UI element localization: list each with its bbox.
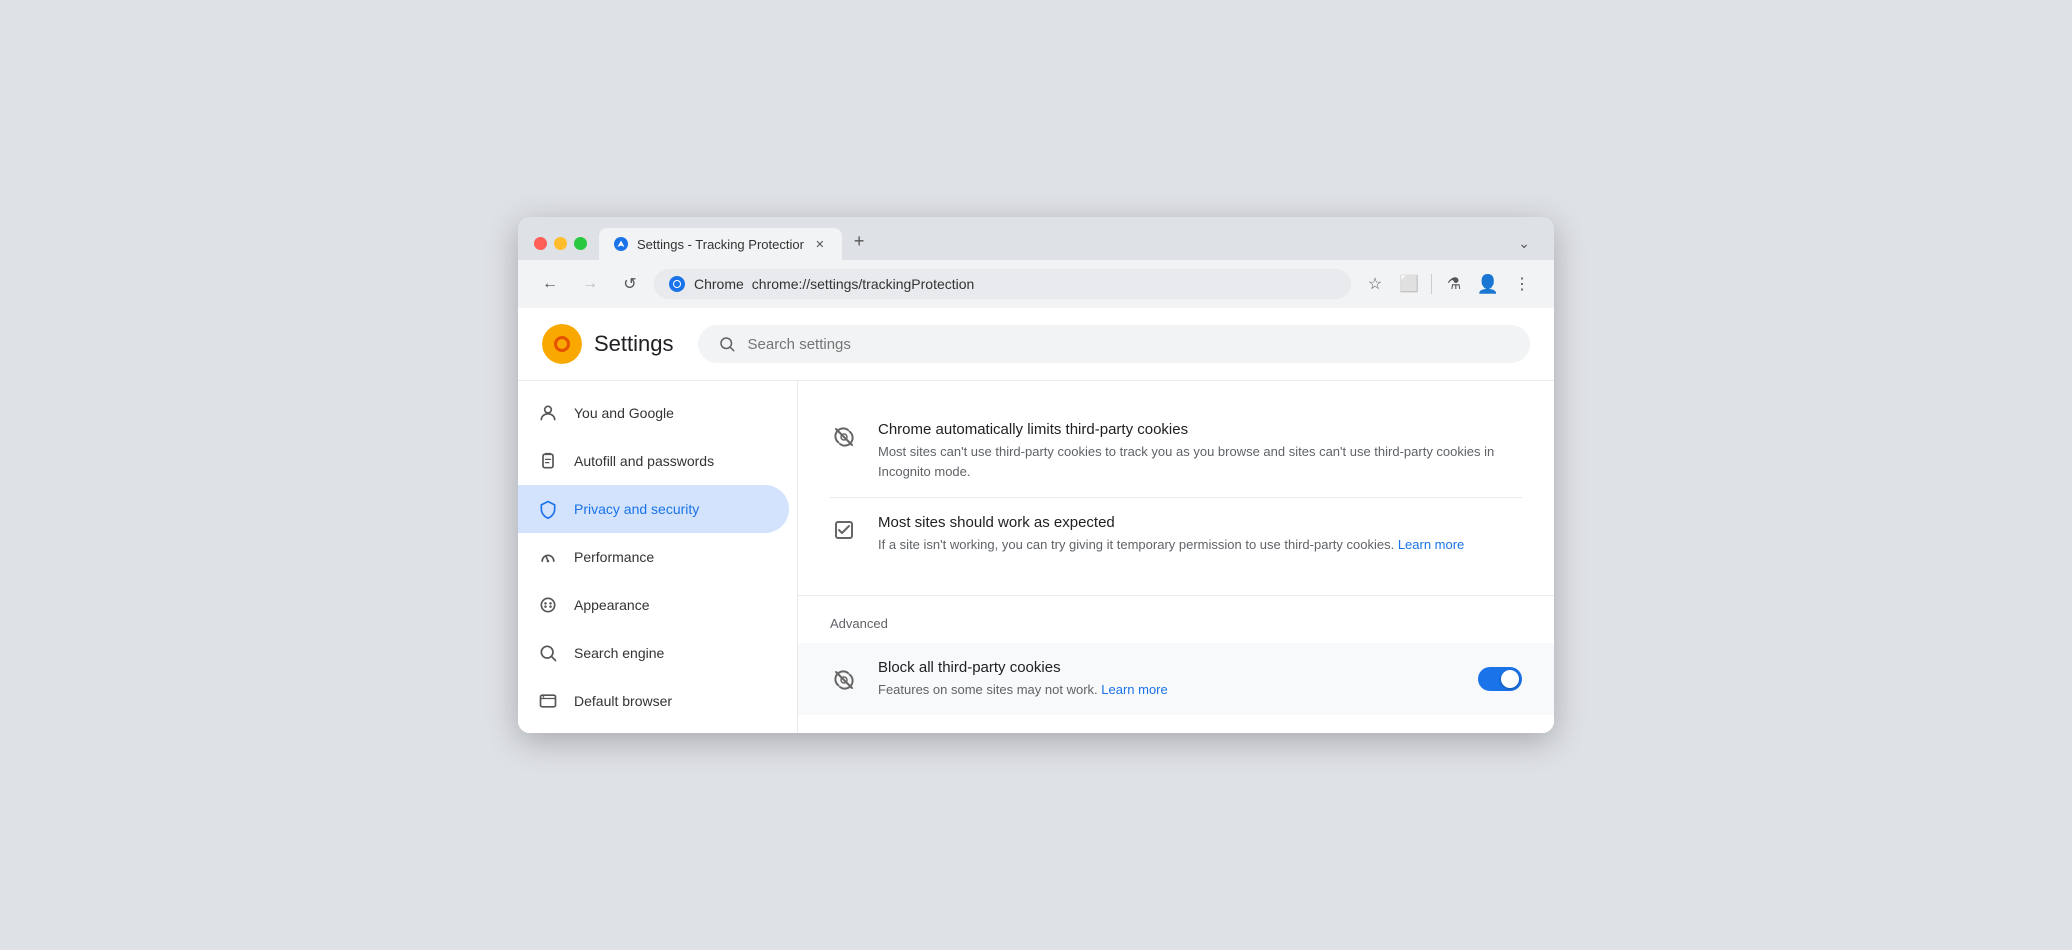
address-bar[interactable]: Chrome chrome://settings/trackingProtect… [654,269,1351,299]
advanced-item-block-cookies: Block all third-party cookies Features o… [798,643,1554,716]
search-input[interactable] [748,336,1511,353]
chrome-logo-icon [668,275,686,293]
browser-window: Settings - Tracking Protectior ✕ + ⌄ ← →… [518,217,1554,733]
sidebar-item-performance[interactable]: Performance [518,533,789,581]
sidebar-item-label: Default browser [574,693,672,709]
main-content: Settings [518,308,1554,733]
block-cookies-icon [830,666,858,694]
sidebar: You and Google Autofill and passwords [518,381,798,733]
back-button[interactable]: ← [534,268,566,300]
lab-icon: ⚗ [1447,274,1461,294]
advanced-item-desc: Features on some sites may not work. Lea… [878,680,1458,700]
lab-button[interactable]: ⚗ [1438,268,1470,300]
url-text: chrome://settings/trackingProtection [752,276,1337,292]
setting-title: Most sites should work as expected [878,514,1522,531]
advanced-label: Advanced [830,616,1522,631]
sidebar-item-label: Performance [574,549,654,565]
new-tab-button[interactable]: + [846,227,873,256]
gauge-icon [538,547,558,567]
checkbox-icon [830,516,858,544]
nav-actions: ☆ ⬜ ⚗ 👤 ⋮ [1359,268,1538,300]
sidebar-item-you-and-google[interactable]: You and Google [518,389,789,437]
back-icon: ← [542,275,558,293]
setting-desc: Most sites can't use third-party cookies… [878,442,1522,481]
sidebar-item-label: Autofill and passwords [574,453,714,469]
sidebar-item-appearance[interactable]: Appearance [518,581,789,629]
bookmark-button[interactable]: ☆ [1359,268,1391,300]
advanced-learn-more-link[interactable]: Learn more [1101,682,1167,697]
forward-button[interactable]: → [574,268,606,300]
person-icon [538,403,558,423]
title-bar: Settings - Tracking Protectior ✕ + ⌄ [518,217,1554,260]
content-area: You and Google Autofill and passwords [518,381,1554,733]
setting-title: Chrome automatically limits third-party … [878,421,1522,438]
advanced-item-title: Block all third-party cookies [878,659,1458,676]
advanced-section: Advanced [798,596,1554,643]
setting-item-sites-work: Most sites should work as expected If a … [830,498,1522,571]
no-tracking-icon [830,423,858,451]
page-title: Settings [594,331,674,357]
learn-more-link[interactable]: Learn more [1398,537,1464,552]
forward-icon: → [582,275,598,293]
tab-title: Settings - Tracking Protectior [637,237,804,252]
maximize-button[interactable] [574,237,587,250]
sidebar-item-label: Search engine [574,645,664,661]
sidebar-item-label: You and Google [574,405,674,421]
sidebar-item-label: Appearance [574,597,650,613]
settings-panel: Chrome automatically limits third-party … [798,381,1554,733]
profile-button[interactable]: 👤 [1472,268,1504,300]
setting-item-content: Chrome automatically limits third-party … [878,421,1522,481]
search-icon [718,335,736,353]
sidebar-item-autofill[interactable]: Autofill and passwords [518,437,789,485]
tab-close-button[interactable]: ✕ [812,236,828,252]
sidebar-item-privacy[interactable]: Privacy and security [518,485,789,533]
profile-icon: 👤 [1477,274,1499,295]
extensions-button[interactable]: ⬜ [1393,268,1425,300]
advanced-item-content: Block all third-party cookies Features o… [878,659,1458,700]
shield-icon [538,499,558,519]
sidebar-item-default-browser[interactable]: Default browser [518,677,789,725]
extensions-icon: ⬜ [1399,274,1419,294]
tab-favicon-icon [613,236,629,252]
tab-overflow-button[interactable]: ⌄ [1510,231,1538,256]
settings-section-cookies: Chrome automatically limits third-party … [798,381,1554,595]
sidebar-item-label: Privacy and security [574,501,699,517]
active-tab[interactable]: Settings - Tracking Protectior ✕ [599,228,842,260]
menu-icon: ⋮ [1514,274,1530,294]
search-engine-icon [538,643,558,663]
setting-desc: If a site isn't working, you can try giv… [878,535,1522,555]
settings-header: Settings [518,308,1554,381]
nav-bar: ← → ↺ Chrome chrome://settings/trackingP… [518,260,1554,308]
reload-icon: ↺ [623,274,636,294]
block-cookies-toggle[interactable] [1478,667,1522,691]
search-bar[interactable] [698,325,1531,363]
browser-icon [538,691,558,711]
minimize-button[interactable] [554,237,567,250]
chrome-brand-label: Chrome [694,276,744,292]
settings-logo: Settings [542,324,674,364]
menu-button[interactable]: ⋮ [1506,268,1538,300]
close-button[interactable] [534,237,547,250]
reload-button[interactable]: ↺ [614,268,646,300]
clipboard-icon [538,451,558,471]
palette-icon [538,595,558,615]
nav-divider [1431,274,1432,294]
traffic-lights [534,237,587,260]
setting-item-auto-limit: Chrome automatically limits third-party … [830,405,1522,497]
settings-logo-icon [542,324,582,364]
sidebar-item-search-engine[interactable]: Search engine [518,629,789,677]
star-icon: ☆ [1368,274,1382,294]
setting-item-content: Most sites should work as expected If a … [878,514,1522,555]
